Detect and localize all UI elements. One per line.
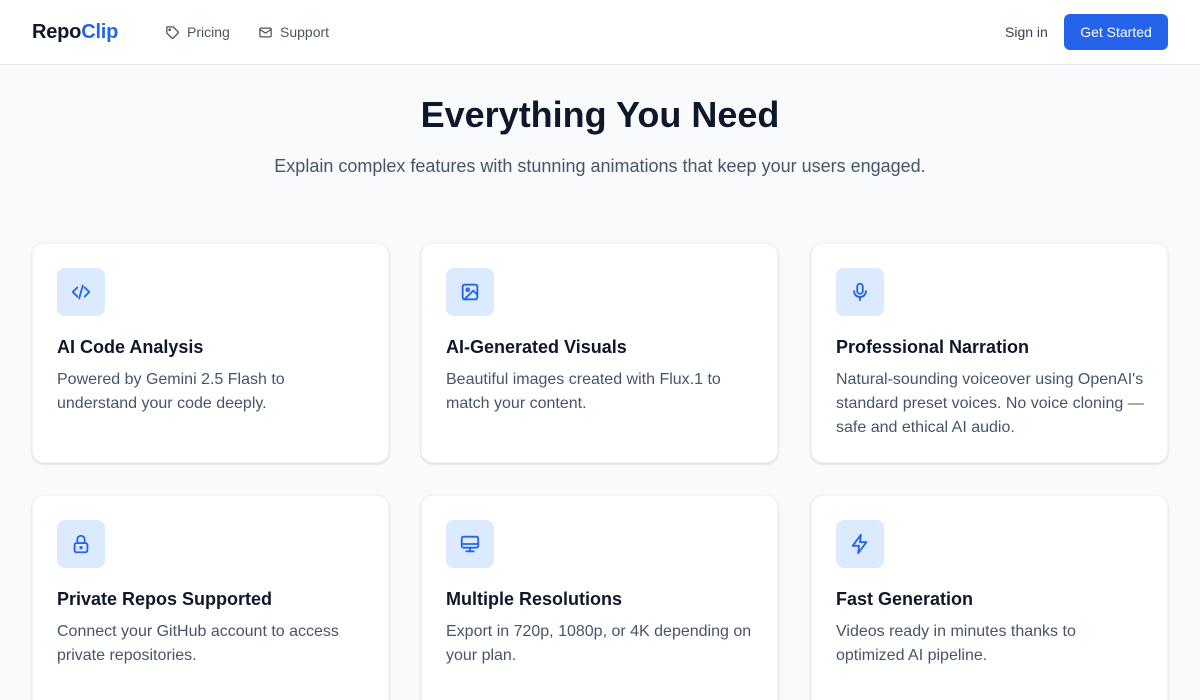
lightning-icon <box>851 533 868 555</box>
feature-card-multiple-resolutions: Multiple Resolutions Export in 720p, 108… <box>421 495 778 700</box>
feature-icon-box <box>836 268 884 316</box>
feature-card-professional-narration: Professional Narration Natural-sounding … <box>811 243 1168 463</box>
get-started-button[interactable]: Get Started <box>1064 14 1168 50</box>
feature-card-ai-code-analysis: AI Code Analysis Powered by Gemini 2.5 F… <box>32 243 389 463</box>
feature-icon-box <box>57 520 105 568</box>
page-subtitle: Explain complex features with stunning a… <box>274 156 926 176</box>
code-icon <box>71 284 91 300</box>
feature-icon-box <box>446 520 494 568</box>
monitor-icon <box>460 535 480 553</box>
brand-name-part1: Repo <box>32 21 82 43</box>
features-grid: AI Code Analysis Powered by Gemini 2.5 F… <box>32 243 1168 700</box>
feature-description: Export in 720p, 1080p, or 4K depending o… <box>446 623 752 664</box>
top-navbar: RepoClip Pricing Support Sign in Get Sta… <box>0 0 1200 65</box>
feature-card-ai-generated-visuals: AI-Generated Visuals Beautiful images cr… <box>421 243 778 463</box>
microphone-icon <box>853 282 867 302</box>
feature-icon-box <box>836 520 884 568</box>
feature-card-private-repos: Private Repos Supported Connect your Git… <box>32 495 389 700</box>
tag-icon <box>166 25 179 39</box>
feature-description: Connect your GitHub account to access pr… <box>57 623 339 664</box>
brand-name-part2: Clip <box>81 21 119 43</box>
sign-in-link[interactable]: Sign in <box>1005 22 1048 42</box>
feature-title: Multiple Resolutions <box>446 589 623 609</box>
mail-icon <box>259 27 272 37</box>
feature-icon-box <box>57 268 105 316</box>
lock-icon <box>73 534 89 554</box>
nav-link-support[interactable]: Support <box>258 22 329 42</box>
nav-link-label: Support <box>280 24 330 40</box>
feature-title: Private Repos Supported <box>57 589 273 609</box>
feature-title: AI-Generated Visuals <box>446 337 627 357</box>
page-title: Everything You Need <box>420 94 780 135</box>
feature-description: Natural-sounding voiceover using OpenAI'… <box>836 371 1144 436</box>
feature-description: Beautiful images created with Flux.1 to … <box>446 371 721 412</box>
feature-title: Professional Narration <box>836 337 1030 357</box>
feature-title: AI Code Analysis <box>57 337 204 357</box>
nav-link-pricing[interactable]: Pricing <box>165 22 230 42</box>
image-icon <box>461 283 479 301</box>
feature-icon-box <box>446 268 494 316</box>
brand-logo[interactable]: RepoClip <box>32 20 118 44</box>
feature-description: Videos ready in minutes thanks to optimi… <box>836 623 1076 664</box>
feature-title: Fast Generation <box>836 589 974 609</box>
feature-card-fast-generation: Fast Generation Videos ready in minutes … <box>811 495 1168 700</box>
nav-link-label: Pricing <box>187 24 230 40</box>
feature-description: Powered by Gemini 2.5 Flash to understan… <box>57 371 285 412</box>
